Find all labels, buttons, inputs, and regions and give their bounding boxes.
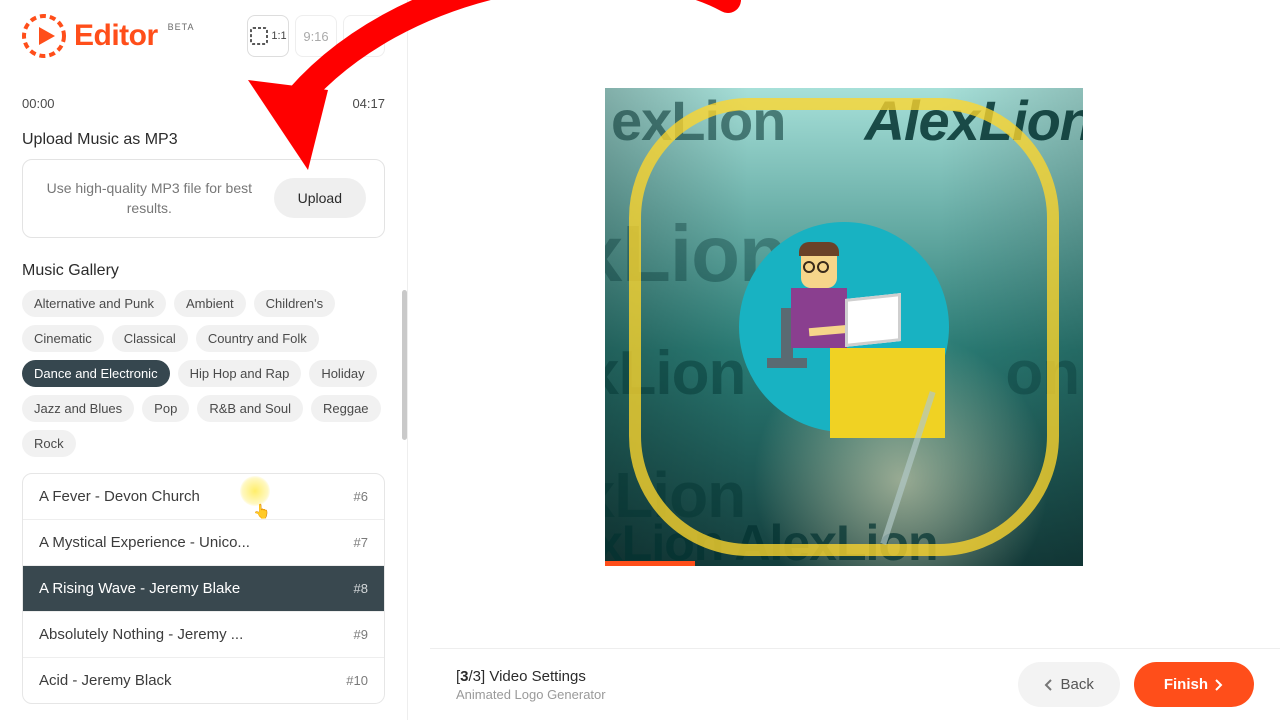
sidebar: Editor BETA 1:1 9:16 16:9 00:00 04:17 Up… <box>0 0 408 720</box>
main: exLion AlexLion exLion xLion on Al exLio… <box>408 0 1280 720</box>
ratio-16-9-button[interactable]: 16:9 <box>343 15 385 57</box>
upload-section-title: Upload Music as MP3 <box>22 131 385 149</box>
genre-chip[interactable]: Jazz and Blues <box>22 395 134 422</box>
genre-chip[interactable]: Pop <box>142 395 189 422</box>
video-preview[interactable]: exLion AlexLion exLion xLion on Al exLio… <box>605 88 1083 566</box>
step-title: Video Settings <box>485 668 586 685</box>
gallery-title: Music Gallery <box>22 262 385 280</box>
genre-chip[interactable]: Rock <box>22 430 76 457</box>
upload-card: Use high-quality MP3 file for best resul… <box>22 159 385 238</box>
track-title: A Mystical Experience - Unico... <box>39 534 250 551</box>
genre-chip[interactable]: Children's <box>254 290 335 317</box>
preview-progress[interactable] <box>605 561 695 566</box>
genre-chip[interactable]: Holiday <box>309 360 376 387</box>
avatar-hair <box>799 242 839 256</box>
avatar-desk <box>830 348 945 438</box>
genre-chip[interactable]: Classical <box>112 325 188 352</box>
ratio-1-1-button[interactable]: 1:1 <box>247 15 289 57</box>
genre-chip[interactable]: Ambient <box>174 290 246 317</box>
back-button[interactable]: Back <box>1018 662 1119 707</box>
track-title: A Fever - Devon Church <box>39 488 200 505</box>
time-end: 04:17 <box>352 96 385 111</box>
genre-chip-active[interactable]: Dance and Electronic <box>22 360 170 387</box>
track-row[interactable]: A Mystical Experience - Unico... #7 <box>23 519 384 565</box>
track-index: #7 <box>354 535 368 550</box>
chevron-left-icon <box>1044 679 1054 691</box>
step-current: 3 <box>460 668 468 685</box>
avatar-torso <box>791 288 847 348</box>
upload-hint: Use high-quality MP3 file for best resul… <box>41 178 258 219</box>
ratio-square-icon <box>249 26 269 46</box>
track-title: Acid - Jeremy Black <box>39 672 172 689</box>
genre-chip[interactable]: Hip Hop and Rap <box>178 360 302 387</box>
avatar-screen <box>845 293 901 347</box>
genre-chip-row: Alternative and Punk Ambient Children's … <box>22 290 385 457</box>
time-start: 00:00 <box>22 96 55 111</box>
player-times: 00:00 04:17 <box>22 96 385 111</box>
chevron-right-icon <box>1214 679 1224 691</box>
genre-chip[interactable]: Reggae <box>311 395 381 422</box>
step-subtitle: Animated Logo Generator <box>456 687 606 702</box>
genre-chip[interactable]: Country and Folk <box>196 325 319 352</box>
track-row[interactable]: Absolutely Nothing - Jeremy ... #9 <box>23 611 384 657</box>
beta-badge: BETA <box>168 22 195 32</box>
footer: [3/3] Video Settings Animated Logo Gener… <box>430 648 1280 720</box>
track-list: A Fever - Devon Church #6 A Mystical Exp… <box>22 473 385 704</box>
finish-button[interactable]: Finish <box>1134 662 1254 707</box>
logo-text: Editor <box>74 19 158 53</box>
avatar-glasses <box>803 260 837 268</box>
logo: Editor BETA <box>22 14 195 58</box>
genre-chip[interactable]: Cinematic <box>22 325 104 352</box>
track-index: #6 <box>354 489 368 504</box>
step-info: [3/3] Video Settings Animated Logo Gener… <box>456 668 606 702</box>
step-total: /3 <box>469 668 482 685</box>
track-title: A Rising Wave - Jeremy Blake <box>39 580 240 597</box>
play-logo-icon <box>22 14 66 58</box>
preview-area: exLion AlexLion exLion xLion on Al exLio… <box>408 0 1280 648</box>
scrollbar[interactable] <box>402 290 407 440</box>
track-row[interactable]: A Fever - Devon Church #6 <box>23 474 384 519</box>
track-row-selected[interactable]: A Rising Wave - Jeremy Blake #8 <box>23 565 384 611</box>
track-index: #10 <box>346 673 368 688</box>
genre-chip[interactable]: R&B and Soul <box>197 395 303 422</box>
aspect-ratio-group: 1:1 9:16 16:9 <box>247 15 385 57</box>
track-index: #9 <box>354 627 368 642</box>
track-index: #8 <box>354 581 368 596</box>
track-row[interactable]: Acid - Jeremy Black #10 <box>23 657 384 703</box>
track-title: Absolutely Nothing - Jeremy ... <box>39 626 243 643</box>
genre-chip[interactable]: Alternative and Punk <box>22 290 166 317</box>
upload-button[interactable]: Upload <box>274 178 366 218</box>
header: Editor BETA 1:1 9:16 16:9 <box>0 0 407 72</box>
ratio-9-16-button[interactable]: 9:16 <box>295 15 337 57</box>
